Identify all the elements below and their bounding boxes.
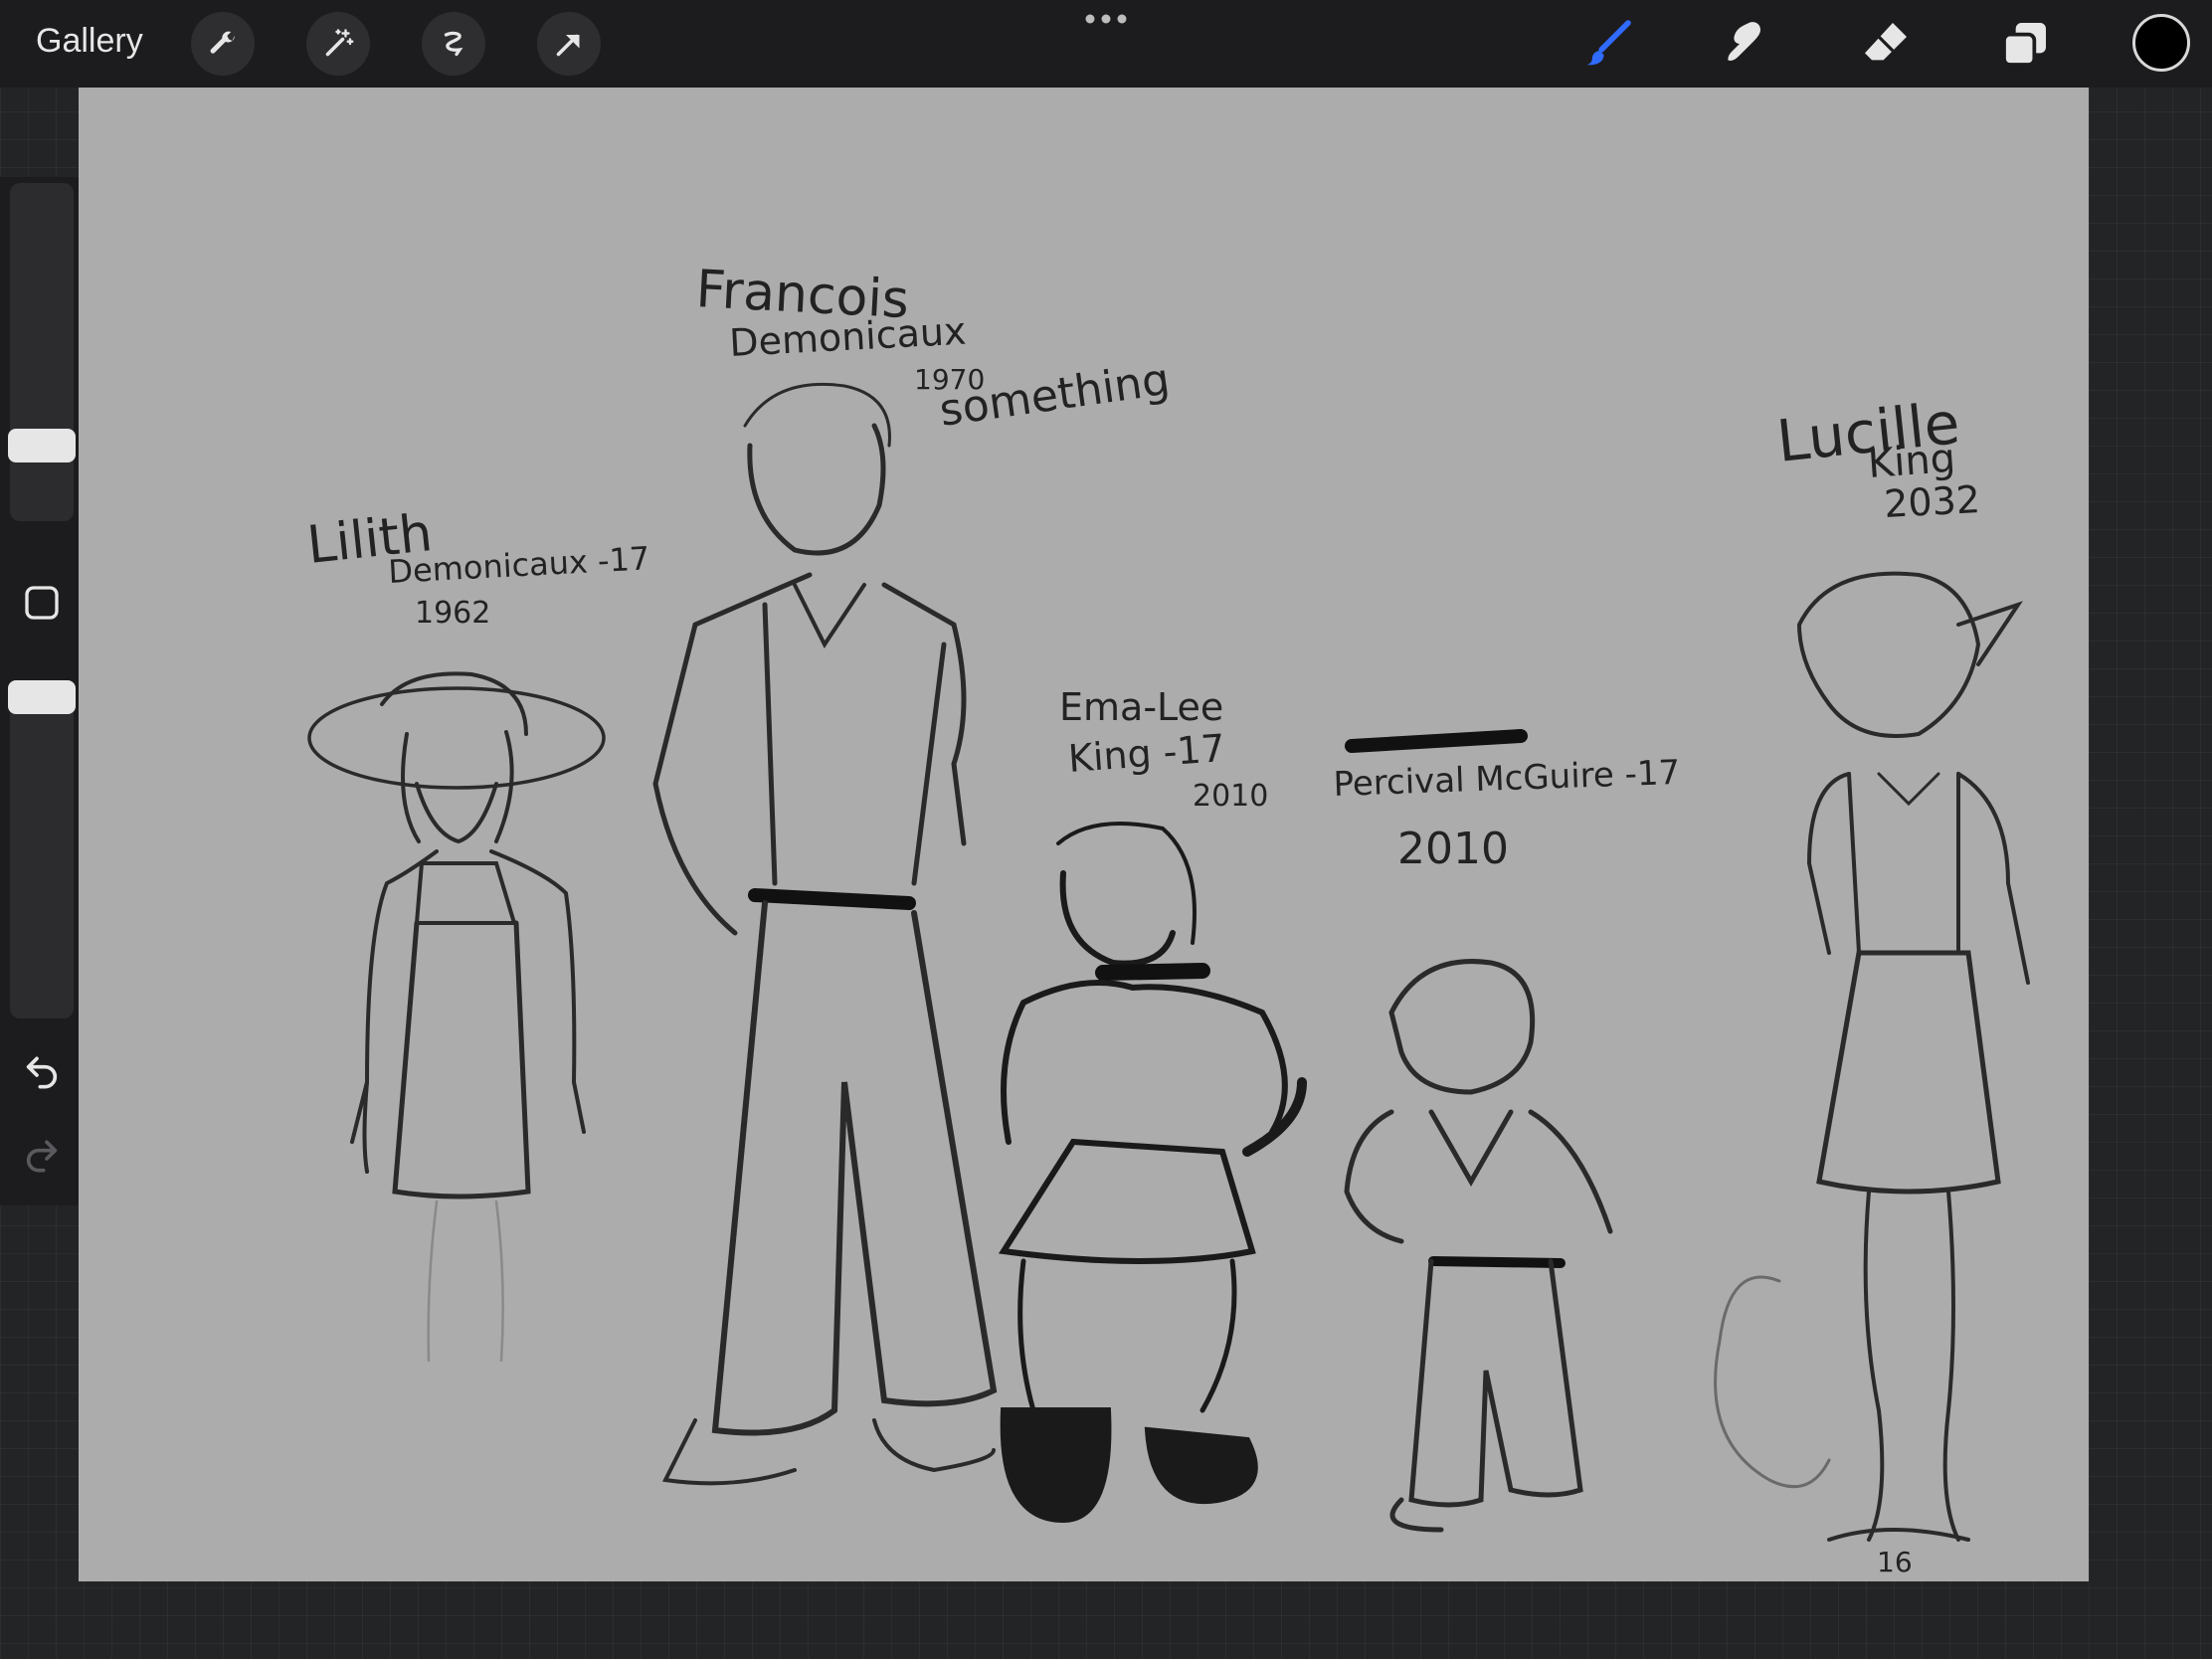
lilith-year-label: 1962: [415, 596, 490, 631]
drawing-canvas[interactable]: Francois Demonicaux 1970 something Lilit…: [79, 88, 2089, 1581]
lilith-sketch: [307, 671, 606, 1363]
top-toolbar: Gallery: [0, 0, 2212, 88]
brush-icon[interactable]: [1577, 14, 1637, 74]
francois-sketch: [652, 382, 998, 1486]
lucille-year-label: 2032: [1883, 477, 1981, 526]
percival-sketch: [1344, 959, 1613, 1533]
color-picker-button[interactable]: [2132, 14, 2190, 72]
left-sidebar: [0, 177, 84, 1205]
brush-size-thumb[interactable]: [8, 429, 76, 462]
wrench-icon[interactable]: [191, 12, 255, 76]
sketch-layer: Francois Demonicaux 1970 something Lilit…: [304, 260, 2030, 1578]
transform-arrow-icon[interactable]: [537, 12, 601, 76]
undo-icon[interactable]: [20, 1050, 64, 1090]
percival-year-label: 2010: [1397, 824, 1509, 874]
modify-square-icon[interactable]: [22, 583, 62, 623]
more-options-icon[interactable]: [1082, 12, 1130, 26]
selection-icon[interactable]: [422, 12, 485, 76]
brush-size-slider[interactable]: [8, 183, 76, 521]
percival-name-label: Percival McGuire -17: [1333, 753, 1681, 805]
gallery-button[interactable]: Gallery: [36, 22, 143, 61]
smudge-icon[interactable]: [1717, 14, 1776, 74]
eraser-icon[interactable]: [1856, 14, 1916, 74]
percival-scribble: [1345, 729, 1528, 753]
redo-icon[interactable]: [20, 1134, 64, 1174]
brush-opacity-thumb[interactable]: [8, 680, 76, 714]
emalee-name-label: Ema-Lee: [1059, 685, 1223, 729]
magic-wand-icon[interactable]: [306, 12, 370, 76]
brush-opacity-slider[interactable]: [8, 680, 76, 1018]
emalee-surname-label: King -17: [1067, 726, 1227, 781]
page-number-label: 16: [1877, 1546, 1913, 1578]
layers-icon[interactable]: [1995, 14, 2055, 74]
emalee-year-label: 2010: [1193, 779, 1268, 814]
lucille-sketch: [1714, 571, 2030, 1542]
emalee-sketch: [998, 822, 1307, 1524]
